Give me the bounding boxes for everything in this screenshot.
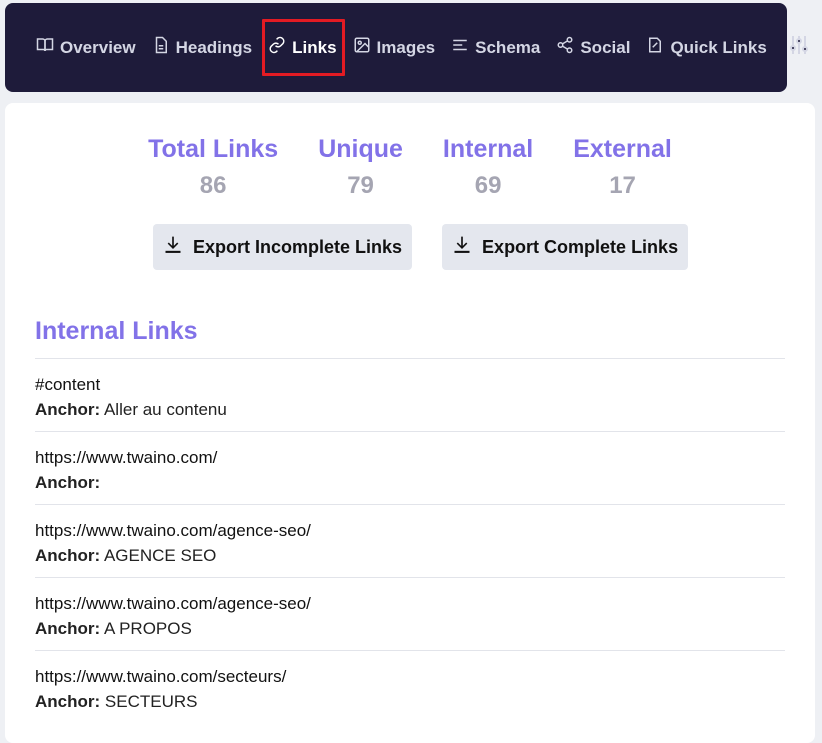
- export-buttons: Export Incomplete Links Export Complete …: [153, 224, 689, 270]
- link-url[interactable]: https://www.twaino.com/agence-seo/: [35, 592, 785, 616]
- stats-row: Total Links 86 Unique 79 Internal 69 Ext…: [5, 133, 815, 203]
- list-item: https://www.twaino.com/agence-seo/ Ancho…: [35, 577, 785, 650]
- share-icon: [556, 36, 580, 59]
- link-url[interactable]: https://www.twaino.com/secteurs/: [35, 665, 785, 689]
- tab-schema-label: Schema: [475, 37, 541, 57]
- list-item: https://www.twaino.com/agence-seo/ Ancho…: [35, 504, 785, 577]
- links-panel: Total Links 86 Unique 79 Internal 69 Ext…: [5, 103, 815, 743]
- stat-value: 17: [609, 172, 636, 199]
- tab-headings-label: Headings: [175, 37, 253, 57]
- tab-schema[interactable]: Schema: [451, 24, 540, 72]
- link-url[interactable]: https://www.twaino.com/: [35, 446, 785, 470]
- settings-button[interactable]: [787, 33, 811, 62]
- link-anchor: Anchor: SECTEURS: [35, 689, 785, 715]
- link-url[interactable]: #content: [35, 373, 785, 397]
- export-incomplete-label: Export Incomplete Links: [193, 236, 403, 257]
- export-complete-button[interactable]: Export Complete Links: [442, 224, 689, 270]
- anchor-label: Anchor:: [35, 619, 101, 638]
- list-icon: [451, 36, 475, 59]
- stat-total-links: Total Links 86: [148, 133, 278, 203]
- stat-external: External 17: [573, 133, 672, 203]
- link-anchor: Anchor: A PROPOS: [35, 616, 785, 642]
- tab-images-label: Images: [376, 37, 436, 57]
- link-icon: [268, 36, 292, 59]
- export-incomplete-button[interactable]: Export Incomplete Links: [153, 224, 413, 270]
- stat-label: Internal: [442, 135, 534, 163]
- internal-links-list: #content Anchor: Aller au contenu https:…: [35, 358, 785, 723]
- download-icon: [452, 235, 482, 260]
- export-complete-label: Export Complete Links: [482, 236, 679, 257]
- document-icon: [152, 36, 176, 59]
- tab-quick-links[interactable]: Quick Links: [646, 24, 767, 72]
- tab-quick-links-label: Quick Links: [670, 37, 767, 57]
- navbar: Overview Headings Links Images Schema So…: [5, 3, 808, 92]
- sliders-icon: [787, 33, 811, 62]
- list-item: https://www.twaino.com/ Anchor:: [35, 431, 785, 504]
- stat-label: External: [573, 135, 672, 163]
- list-item: #content Anchor: Aller au contenu: [35, 358, 785, 431]
- download-icon: [163, 235, 193, 260]
- stat-value: 86: [199, 172, 227, 199]
- section-title: Internal Links: [35, 317, 198, 345]
- anchor-label: Anchor:: [35, 692, 101, 711]
- tab-overview[interactable]: Overview: [36, 24, 136, 72]
- list-item: https://www.twaino.com/secteurs/ Anchor:…: [35, 650, 785, 723]
- tab-headings[interactable]: Headings: [152, 24, 253, 72]
- anchor-label: Anchor:: [35, 546, 101, 565]
- stat-value: 69: [474, 172, 502, 199]
- anchor-label: Anchor:: [35, 400, 101, 419]
- link-anchor: Anchor: AGENCE SEO: [35, 543, 785, 569]
- tab-social-label: Social: [580, 37, 631, 57]
- tab-overview-label: Overview: [60, 37, 136, 57]
- anchor-text: AGENCE SEO: [103, 546, 217, 565]
- stat-value: 79: [347, 172, 374, 199]
- stat-label: Unique: [318, 135, 403, 163]
- stat-unique: Unique 79: [318, 133, 403, 203]
- stat-internal: Internal 69: [443, 133, 533, 203]
- link-url[interactable]: https://www.twaino.com/agence-seo/: [35, 519, 785, 543]
- tab-links-label: Links: [292, 37, 337, 57]
- tab-social[interactable]: Social: [556, 24, 630, 72]
- image-icon: [353, 36, 377, 59]
- anchor-text: Aller au contenu: [103, 400, 227, 419]
- tab-images[interactable]: Images: [353, 24, 436, 72]
- link-anchor: Anchor:: [35, 470, 785, 496]
- stat-label: Total Links: [148, 135, 279, 163]
- book-icon: [36, 36, 60, 59]
- bookmark-icon: [646, 36, 670, 59]
- anchor-text: SECTEURS: [104, 692, 198, 711]
- anchor-text: A PROPOS: [103, 619, 192, 638]
- anchor-label: Anchor:: [35, 473, 101, 492]
- tab-links[interactable]: Links: [262, 18, 346, 76]
- link-anchor: Anchor: Aller au contenu: [35, 397, 785, 423]
